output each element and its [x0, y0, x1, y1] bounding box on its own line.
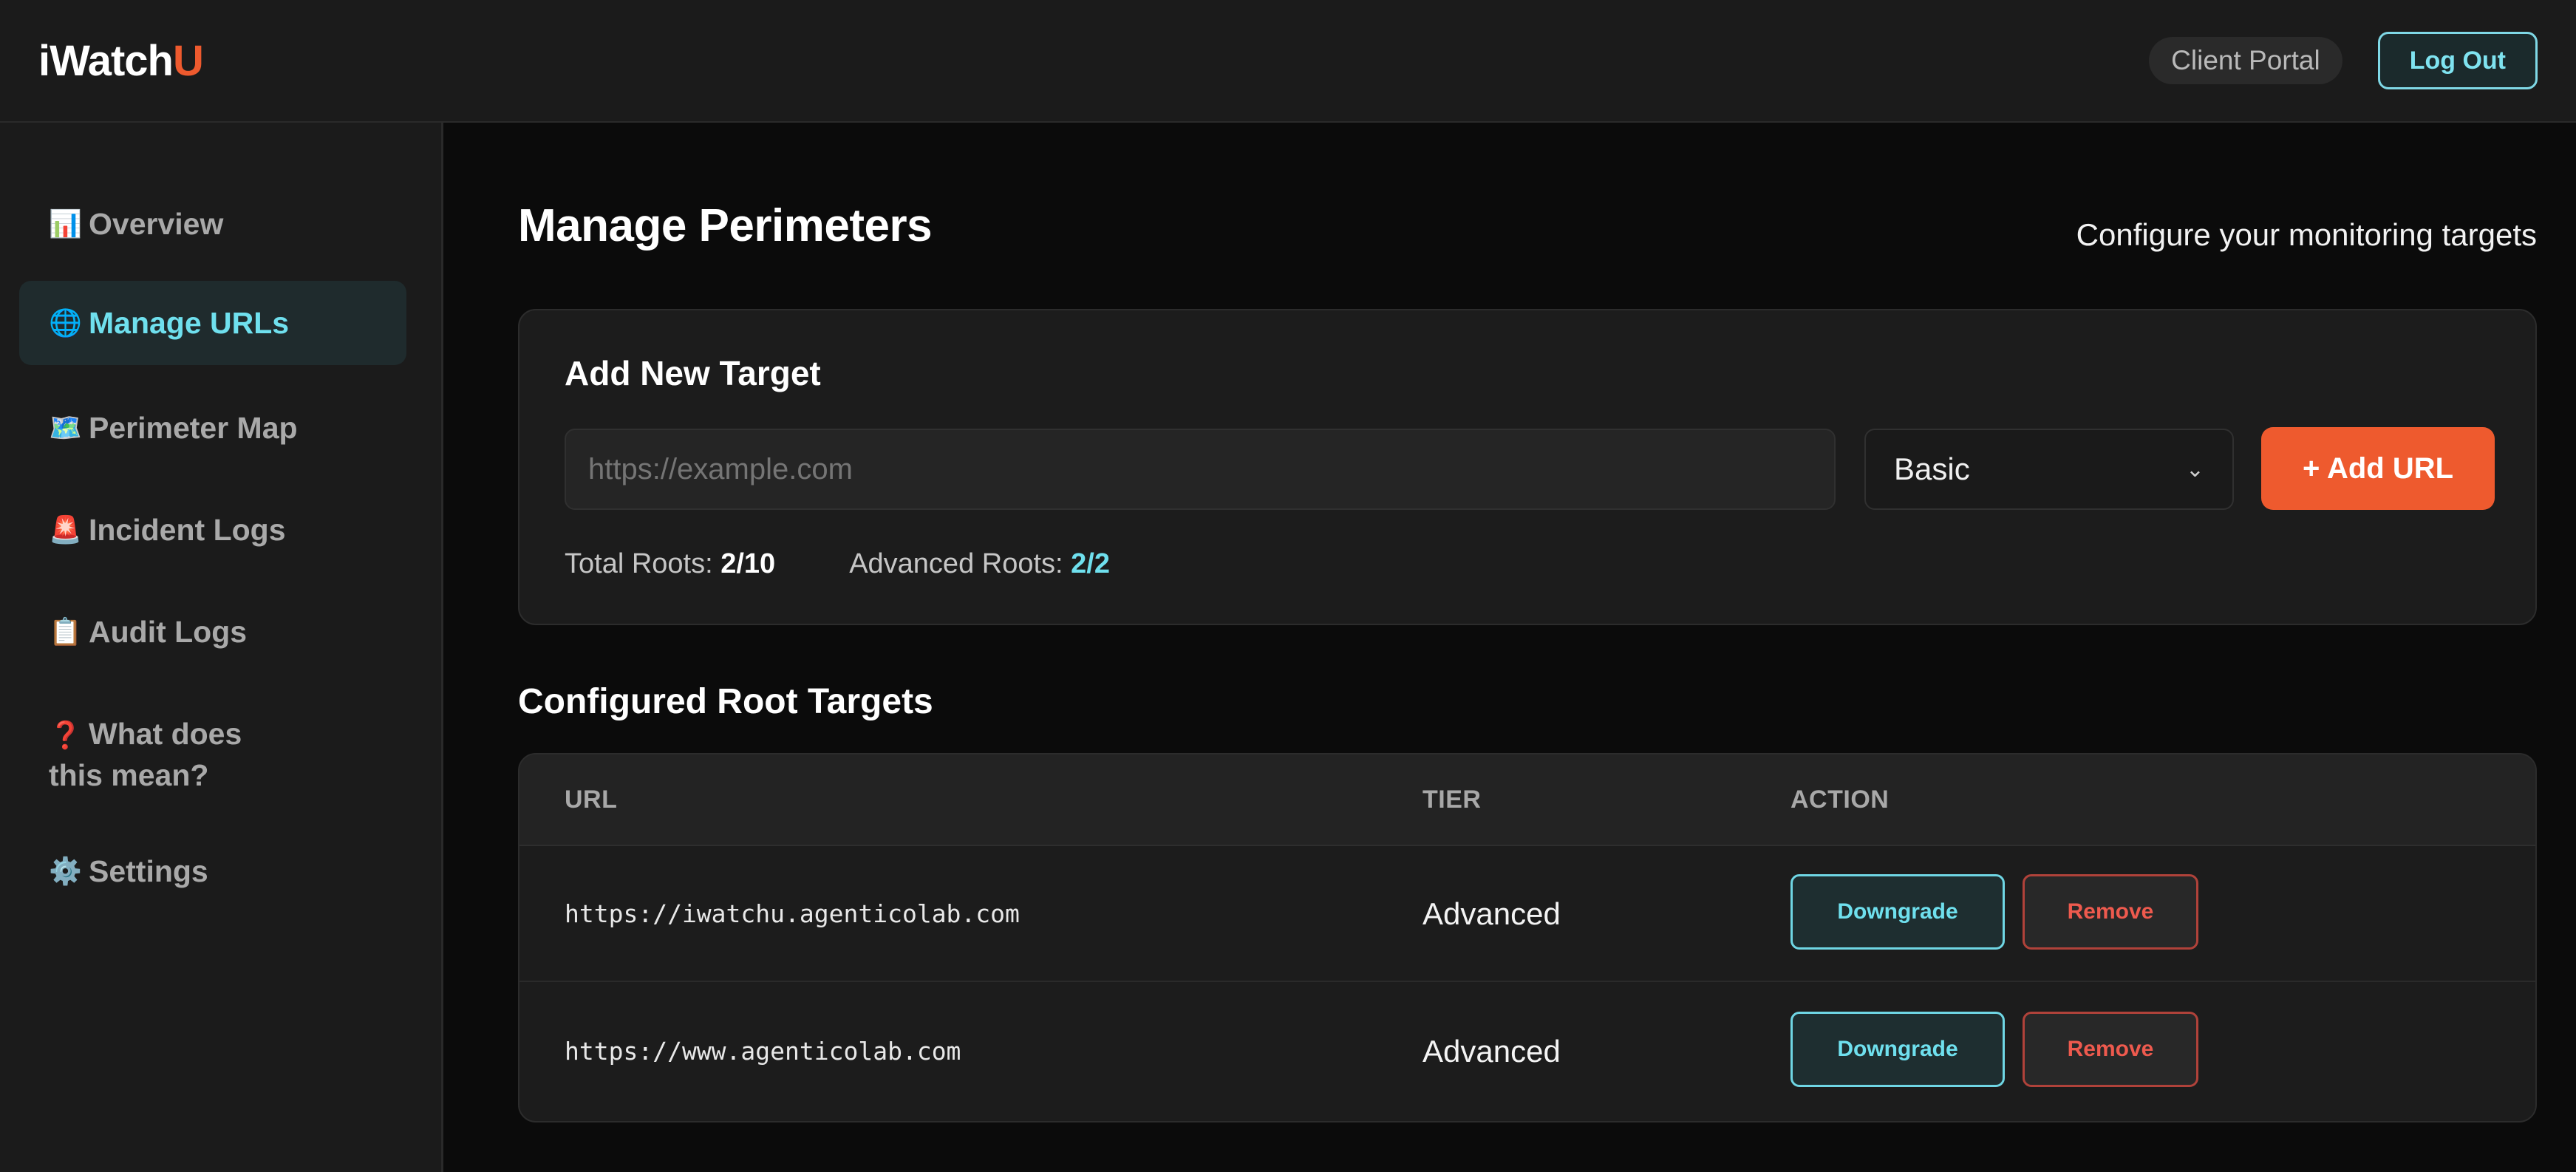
- sidebar-item-label-wrap: ❓ What does this mean?: [49, 714, 300, 795]
- main-content: Manage Perimeters Configure your monitor…: [443, 123, 2576, 1172]
- siren-icon: 🚨: [49, 514, 82, 545]
- sidebar-item-label: Audit Logs: [89, 615, 248, 649]
- question-icon: ❓: [49, 720, 82, 750]
- target-tier: Advanced: [1422, 896, 1561, 931]
- advanced-roots-stat: Advanced Roots: 2/2: [849, 548, 1110, 580]
- client-portal-badge: Client Portal: [2149, 37, 2342, 84]
- brand-accent-text: U: [172, 36, 204, 85]
- add-url-button[interactable]: + Add URL: [2261, 427, 2495, 510]
- top-header: iWatch U Client Portal Log Out: [0, 0, 2576, 123]
- remove-button[interactable]: Remove: [2023, 874, 2198, 950]
- clipboard-icon: 📋: [49, 616, 82, 647]
- total-roots-value: 2/10: [720, 548, 776, 579]
- sidebar-item-label: Manage URLs: [89, 306, 290, 340]
- chevron-down-icon: ⌄: [2185, 457, 2204, 482]
- page-title: Manage Perimeters: [518, 200, 933, 251]
- sidebar-item-label: Incident Logs: [89, 513, 286, 547]
- column-header-action: ACTION: [1790, 786, 1890, 814]
- advanced-roots-value: 2/2: [1071, 548, 1110, 579]
- sidebar-item-label: Overview: [89, 207, 224, 241]
- page-subtitle: Configure your monitoring targets: [2076, 217, 2537, 252]
- sidebar-item-audit-logs[interactable]: 📋 Audit Logs: [19, 602, 406, 652]
- column-header-url: URL: [565, 786, 618, 814]
- total-roots-stat: Total Roots: 2/10: [565, 548, 775, 580]
- gear-icon: ⚙️: [49, 856, 82, 886]
- app-root: iWatch U Client Portal Log Out 📊 Overview…: [0, 0, 2576, 1172]
- map-icon: 🗺️: [49, 412, 82, 443]
- table-row: https://iwatchu.agenticolab.com Advanced…: [519, 846, 2535, 982]
- sidebar-item-incident-logs[interactable]: 🚨 Incident Logs: [19, 500, 406, 550]
- sidebar-item-settings[interactable]: ⚙️ Settings: [19, 841, 406, 891]
- tier-select[interactable]: Basic ⌄: [1864, 429, 2234, 510]
- table-row: https://www.agenticolab.com Advanced Dow…: [519, 984, 2535, 1120]
- targets-table: URL TIER ACTION https://iwatchu.agentico…: [518, 753, 2537, 1122]
- target-url: https://www.agenticolab.com: [565, 1037, 961, 1066]
- sidebar-item-overview[interactable]: 📊 Overview: [19, 194, 406, 254]
- header-actions: Client Portal Log Out: [2149, 32, 2538, 89]
- sidebar-item-manage-urls[interactable]: 🌐 Manage URLs: [19, 281, 406, 365]
- brand-logo: iWatch U: [38, 36, 204, 86]
- bar-chart-icon: 📊: [49, 208, 82, 239]
- downgrade-button[interactable]: Downgrade: [1790, 874, 2005, 950]
- logout-button[interactable]: Log Out: [2377, 32, 2538, 89]
- brand-main-text: iWatch: [38, 36, 174, 85]
- total-roots-label: Total Roots:: [565, 548, 713, 579]
- remove-button[interactable]: Remove: [2023, 1012, 2198, 1087]
- advanced-roots-label: Advanced Roots:: [849, 548, 1063, 579]
- root-stats: Total Roots: 2/10 Advanced Roots: 2/2: [565, 548, 1110, 580]
- table-header: URL TIER ACTION: [519, 754, 2535, 846]
- add-target-title: Add New Target: [565, 354, 821, 392]
- target-tier: Advanced: [1422, 1034, 1561, 1069]
- targets-section-title: Configured Root Targets: [518, 682, 933, 721]
- sidebar-item-what-does-this-mean[interactable]: ❓ What does this mean?: [19, 703, 330, 795]
- target-url: https://iwatchu.agenticolab.com: [565, 899, 1020, 928]
- sidebar-item-perimeter-map[interactable]: 🗺️ Perimeter Map: [19, 398, 406, 448]
- tier-select-value: Basic: [1894, 452, 1970, 486]
- column-header-tier: TIER: [1422, 786, 1482, 814]
- sidebar-item-label: Settings: [89, 854, 208, 888]
- downgrade-button[interactable]: Downgrade: [1790, 1012, 2005, 1087]
- sidebar-item-label: Perimeter Map: [89, 411, 298, 445]
- add-target-card: Add New Target Basic ⌄ + Add URL Total R…: [518, 309, 2537, 625]
- sidebar: 📊 Overview 🌐 Manage URLs 🗺️ Perimeter Ma…: [0, 123, 443, 1172]
- url-input[interactable]: [565, 429, 1836, 510]
- globe-icon: 🌐: [49, 307, 82, 338]
